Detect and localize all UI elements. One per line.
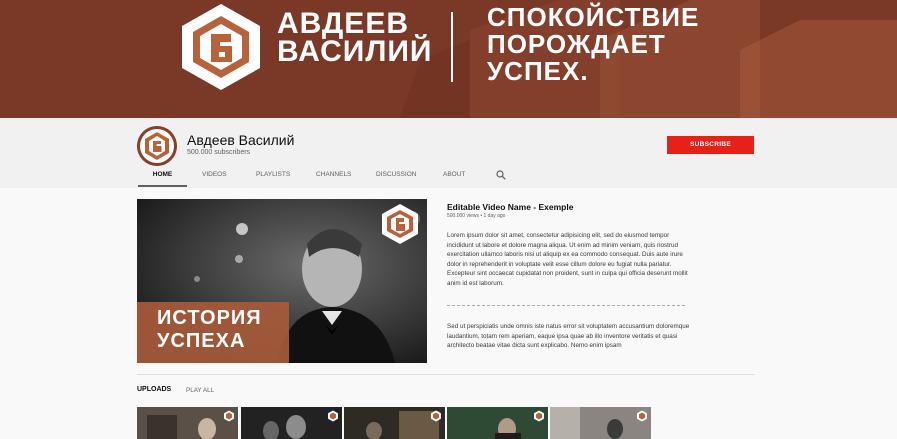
tab-playlists[interactable]: PLAYLISTS <box>256 166 290 186</box>
featured-video-thumbnail[interactable]: ИСТОРИЯ УСПЕХА <box>137 199 427 363</box>
banner-name: АВДЕЕВ ВАСИЛИЙ <box>277 7 433 68</box>
video-thumbnail[interactable] <box>137 407 238 439</box>
banner-motto-line3: УСПЕХ. <box>487 56 589 86</box>
tab-about[interactable]: ABOUT <box>443 166 465 186</box>
banner-motto-line1: СПОКОЙСТВИЕ <box>487 2 700 32</box>
subscribe-button[interactable]: SUBSCRIBE <box>667 136 754 154</box>
channel-name[interactable]: Авдеев Василий <box>187 132 294 148</box>
video-thumbnail[interactable] <box>550 407 651 439</box>
banner-divider <box>451 12 453 82</box>
description-separator <box>447 305 685 306</box>
featured-overlay-line2: УСПЕХА <box>157 330 246 352</box>
channel-avatar[interactable] <box>137 126 177 166</box>
banner-name-line1: АВДЕЕВ <box>277 7 409 40</box>
featured-video-title[interactable]: Editable Video Name - Exemple <box>447 202 573 212</box>
brand-logo-icon <box>328 410 338 422</box>
brand-logo-icon <box>534 410 544 422</box>
avatar-logo-icon <box>137 126 177 166</box>
brand-logo-icon <box>224 410 234 422</box>
video-thumbnail[interactable] <box>447 407 548 439</box>
featured-video-description: Lorem ipsum dolor sit amet, consectetur … <box>447 232 688 287</box>
tab-discussion[interactable]: DISCUSSION <box>376 166 416 186</box>
banner-name-line2: ВАСИЛИЙ <box>277 35 433 68</box>
uploads-heading[interactable]: UPLOADS <box>137 386 171 393</box>
tab-home[interactable]: HOME <box>138 166 187 186</box>
video-thumbnail[interactable] <box>241 407 342 439</box>
banner-motto-line2: ПОРОЖДАЕТ <box>487 29 666 59</box>
tab-channels[interactable]: CHANNELS <box>316 166 351 186</box>
subscriber-count: 500.000 subscribers <box>187 149 251 156</box>
search-icon[interactable] <box>496 170 506 180</box>
featured-video-meta: 500.000 views • 1 day ago <box>447 213 506 219</box>
brand-logo-icon <box>637 410 647 422</box>
section-divider <box>137 374 755 375</box>
featured-overlay-line1: ИСТОРИЯ <box>157 307 262 329</box>
brand-logo-icon <box>182 4 260 90</box>
brand-logo-icon <box>431 410 441 422</box>
video-thumbnail[interactable] <box>344 407 445 439</box>
play-all-link[interactable]: PLAY ALL <box>186 387 214 394</box>
banner-background-pattern <box>0 0 897 118</box>
active-tab-indicator <box>138 185 187 187</box>
banner-motto: СПОКОЙСТВИЕ ПОРОЖДАЕТ УСПЕХ. <box>487 4 699 85</box>
channel-banner: АВДЕЕВ ВАСИЛИЙ СПОКОЙСТВИЕ ПОРОЖДАЕТ УСП… <box>0 0 897 118</box>
tab-videos[interactable]: VIDEOS <box>202 166 227 186</box>
featured-video-description-more: Sed ut perspiciatis unde omnis iste natu… <box>447 323 690 350</box>
